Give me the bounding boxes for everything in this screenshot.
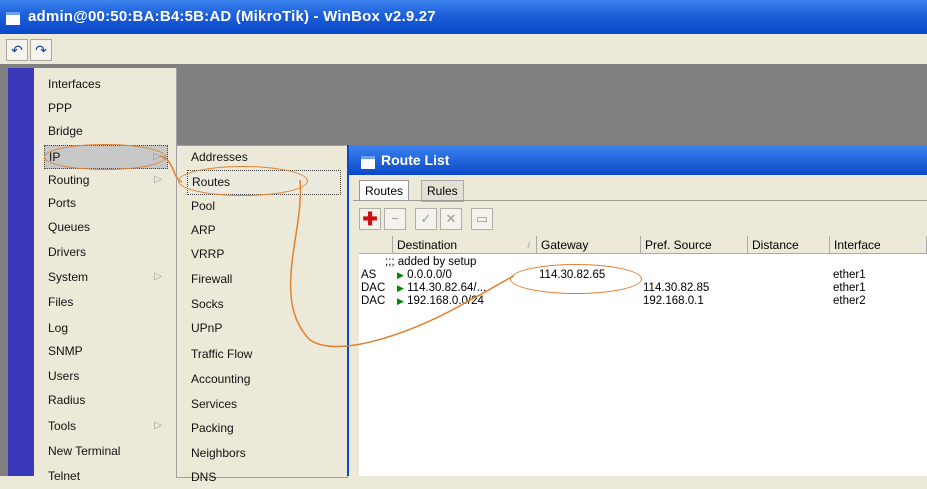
annotation-lines xyxy=(159,155,515,348)
